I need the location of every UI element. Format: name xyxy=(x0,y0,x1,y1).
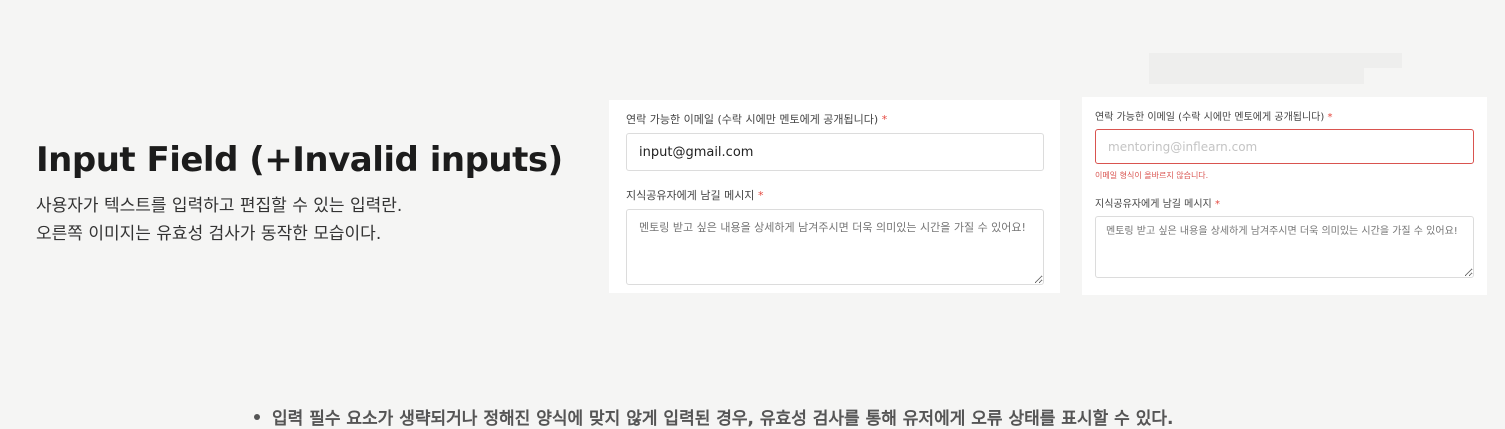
section-title: Input Field (+Invalid inputs) xyxy=(36,140,563,180)
bullet-note: 입력 필수 요소가 생략되거나 정해진 양식에 맞지 않게 입력된 경우, 유효… xyxy=(254,404,1173,429)
description-line-2: 오른쪽 이미지는 유효성 검사가 동작한 모습이다. xyxy=(36,224,382,244)
note-text: 입력 필수 요소가 생략되거나 정해진 양식에 맞지 않게 입력된 경우, 유효… xyxy=(272,409,1174,429)
message-group: 지식공유자에게 남길 메시지 * xyxy=(626,187,1044,285)
required-mark: * xyxy=(757,189,764,202)
email-label: 연락 가능한 이메일 (수락 시에만 멘토에게 공개됩니다) * xyxy=(1095,112,1333,123)
description-line-1: 사용자가 텍스트를 입력하고 편집할 수 있는 입력란. xyxy=(36,196,403,216)
message-group: 지식공유자에게 남길 메시지 * xyxy=(1095,195,1474,278)
email-field[interactable] xyxy=(626,133,1044,171)
section-description: 사용자가 텍스트를 입력하고 편집할 수 있는 입력란. 오른쪽 이미지는 유효… xyxy=(36,192,596,248)
email-field-invalid[interactable] xyxy=(1095,129,1474,164)
email-label: 연락 가능한 이메일 (수락 시에만 멘토에게 공개됩니다) * xyxy=(626,113,888,126)
message-label: 지식공유자에게 남길 메시지 * xyxy=(1095,199,1220,210)
required-mark: * xyxy=(1214,199,1220,210)
required-mark: * xyxy=(881,113,888,126)
message-textarea[interactable] xyxy=(626,209,1044,285)
faded-placeholder-bar xyxy=(1149,53,1402,68)
valid-form-card: 연락 가능한 이메일 (수락 시에만 멘토에게 공개됩니다) * 지식공유자에게… xyxy=(609,100,1060,293)
required-mark: * xyxy=(1327,112,1333,123)
email-error-message: 이메일 형식이 올바르지 않습니다. xyxy=(1095,171,1209,180)
invalid-form-card: 연락 가능한 이메일 (수락 시에만 멘토에게 공개됩니다) * 이메일 형식이… xyxy=(1082,97,1487,295)
intro-section: Input Field (+Invalid inputs) 사용자가 텍스트를 … xyxy=(36,140,596,248)
faded-placeholder-bar xyxy=(1149,68,1364,84)
message-textarea[interactable] xyxy=(1095,216,1474,278)
message-label: 지식공유자에게 남길 메시지 * xyxy=(626,189,764,202)
bullet-icon xyxy=(254,414,260,420)
